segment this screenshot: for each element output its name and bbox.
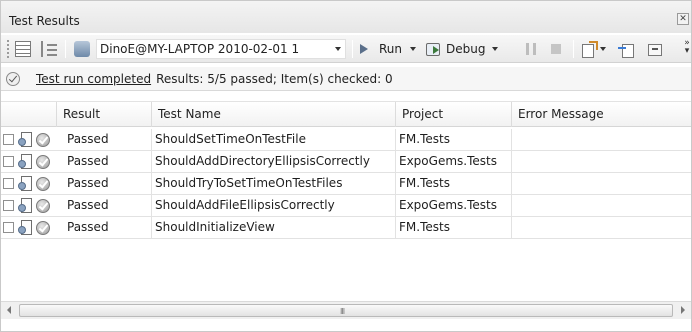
row-checkbox[interactable]	[3, 178, 14, 189]
run-label: Run	[379, 42, 403, 56]
result-text: Passed	[67, 154, 109, 168]
window-title: Test Results	[9, 14, 80, 28]
result-text: Passed	[67, 198, 109, 212]
status-bar: Test run completed Results: 5/5 passed; …	[1, 67, 691, 91]
result-cell: Passed	[1, 217, 152, 239]
toolbar-separator	[573, 40, 574, 58]
results-grid: Result Test Name Project Error Message P…	[1, 99, 691, 299]
run-icon	[358, 42, 376, 56]
horizontal-scrollbar[interactable]: III	[1, 301, 691, 319]
test-file-icon	[18, 176, 32, 191]
column-header-error-message[interactable]: Error Message	[512, 102, 691, 127]
table-row[interactable]: Passed ShouldTryToSetTimeOnTestFiles FM.…	[1, 173, 691, 195]
stop-icon	[551, 44, 561, 54]
project-cell: ExpoGems.Tests	[396, 195, 512, 217]
passed-icon	[36, 177, 50, 191]
result-text: Passed	[67, 132, 109, 146]
import-icon	[618, 41, 634, 58]
error-cell	[512, 151, 691, 173]
header-blank	[1, 102, 57, 127]
row-checkbox[interactable]	[3, 222, 14, 233]
table-row[interactable]: Passed ShouldAddFileEllipsisCorrectly Ex…	[1, 195, 691, 217]
pause-button[interactable]	[526, 38, 536, 60]
stop-button[interactable]	[551, 38, 561, 60]
debug-label: Debug	[446, 42, 486, 56]
toolbar-grip[interactable]	[6, 39, 10, 59]
toolbar: DinoE@MY-LAPTOP 2010-02-01 1 Run Debug »…	[1, 35, 691, 63]
error-cell	[512, 195, 691, 217]
toolbar-overflow-icon[interactable]: » ▾	[683, 39, 691, 59]
scroll-thumb[interactable]: III	[19, 304, 673, 317]
passed-icon	[36, 221, 50, 235]
passed-icon	[36, 199, 50, 213]
tree-view-icon	[41, 41, 57, 57]
run-config-button[interactable]	[74, 38, 90, 60]
publish-icon	[646, 41, 662, 57]
test-file-icon	[18, 198, 32, 213]
scroll-right-icon[interactable]	[681, 306, 685, 314]
chevron-down-icon[interactable]	[410, 47, 417, 51]
row-checkbox[interactable]	[3, 200, 14, 211]
row-checkbox[interactable]	[3, 156, 14, 167]
pause-icon	[526, 43, 536, 55]
chevron-down-icon[interactable]	[492, 47, 499, 51]
check-circle-icon	[6, 71, 20, 86]
export-button[interactable]	[581, 38, 606, 60]
toolbar-separator	[65, 40, 66, 58]
result-cell: Passed	[1, 129, 152, 151]
result-cell: Passed	[1, 173, 152, 195]
error-cell	[512, 217, 691, 239]
test-results-window: Test Results ✕ DinoE@MY-LAPTOP 2010-02-0…	[0, 0, 692, 332]
results-summary: Results: 5/5 passed; Item(s) checked: 0	[156, 71, 393, 86]
project-cell: ExpoGems.Tests	[396, 151, 512, 173]
column-header-project[interactable]: Project	[396, 102, 512, 127]
test-file-icon	[18, 154, 32, 169]
column-header-test-name[interactable]: Test Name	[152, 102, 396, 127]
result-cell: Passed	[1, 151, 152, 173]
toolbar-separator	[352, 40, 353, 58]
column-header-result[interactable]: Result	[57, 102, 152, 127]
table-row[interactable]: Passed ShouldAddDirectoryEllipsisCorrect…	[1, 151, 691, 173]
run-config-select[interactable]: DinoE@MY-LAPTOP 2010-02-01 1	[96, 39, 346, 59]
test-run-link[interactable]: Test run completed	[36, 72, 151, 86]
export-icon	[581, 41, 598, 58]
publish-button[interactable]	[646, 38, 662, 60]
grid-header: Result Test Name Project Error Message	[1, 101, 691, 127]
project-cell: FM.Tests	[396, 129, 512, 151]
test-file-icon	[18, 220, 32, 235]
group-by-button[interactable]	[15, 38, 31, 60]
chevron-down-icon[interactable]	[335, 47, 341, 51]
test-name-cell: ShouldTryToSetTimeOnTestFiles	[152, 173, 396, 195]
result-cell: Passed	[1, 195, 152, 217]
run-config-value: DinoE@MY-LAPTOP 2010-02-01 1	[100, 42, 300, 56]
chevron-down-icon[interactable]	[600, 47, 606, 51]
title-bar: Test Results ✕	[1, 1, 691, 33]
error-cell	[512, 173, 691, 195]
scroll-left-icon[interactable]	[7, 306, 11, 314]
run-config-icon	[74, 41, 90, 57]
test-name-cell: ShouldSetTimeOnTestFile	[152, 129, 396, 151]
import-button[interactable]	[618, 38, 634, 60]
passed-icon	[36, 133, 50, 147]
run-button[interactable]: Run	[358, 38, 417, 60]
debug-button[interactable]: Debug	[425, 38, 499, 60]
debug-icon	[425, 41, 443, 57]
passed-icon	[36, 155, 50, 169]
test-name-cell: ShouldAddFileEllipsisCorrectly	[152, 195, 396, 217]
result-text: Passed	[67, 176, 109, 190]
tree-view-button[interactable]	[41, 38, 57, 60]
test-name-cell: ShouldAddDirectoryEllipsisCorrectly	[152, 151, 396, 173]
result-text: Passed	[67, 220, 109, 234]
test-name-cell: ShouldInitializeView	[152, 217, 396, 239]
project-cell: FM.Tests	[396, 217, 512, 239]
close-icon[interactable]: ✕	[677, 13, 689, 25]
test-file-icon	[18, 132, 32, 147]
error-cell	[512, 129, 691, 151]
project-cell: FM.Tests	[396, 173, 512, 195]
scroll-grip: III	[340, 307, 345, 316]
group-by-icon	[15, 41, 31, 57]
row-checkbox[interactable]	[3, 134, 14, 145]
table-row[interactable]: Passed ShouldSetTimeOnTestFile FM.Tests	[1, 129, 691, 151]
table-row[interactable]: Passed ShouldInitializeView FM.Tests	[1, 217, 691, 239]
